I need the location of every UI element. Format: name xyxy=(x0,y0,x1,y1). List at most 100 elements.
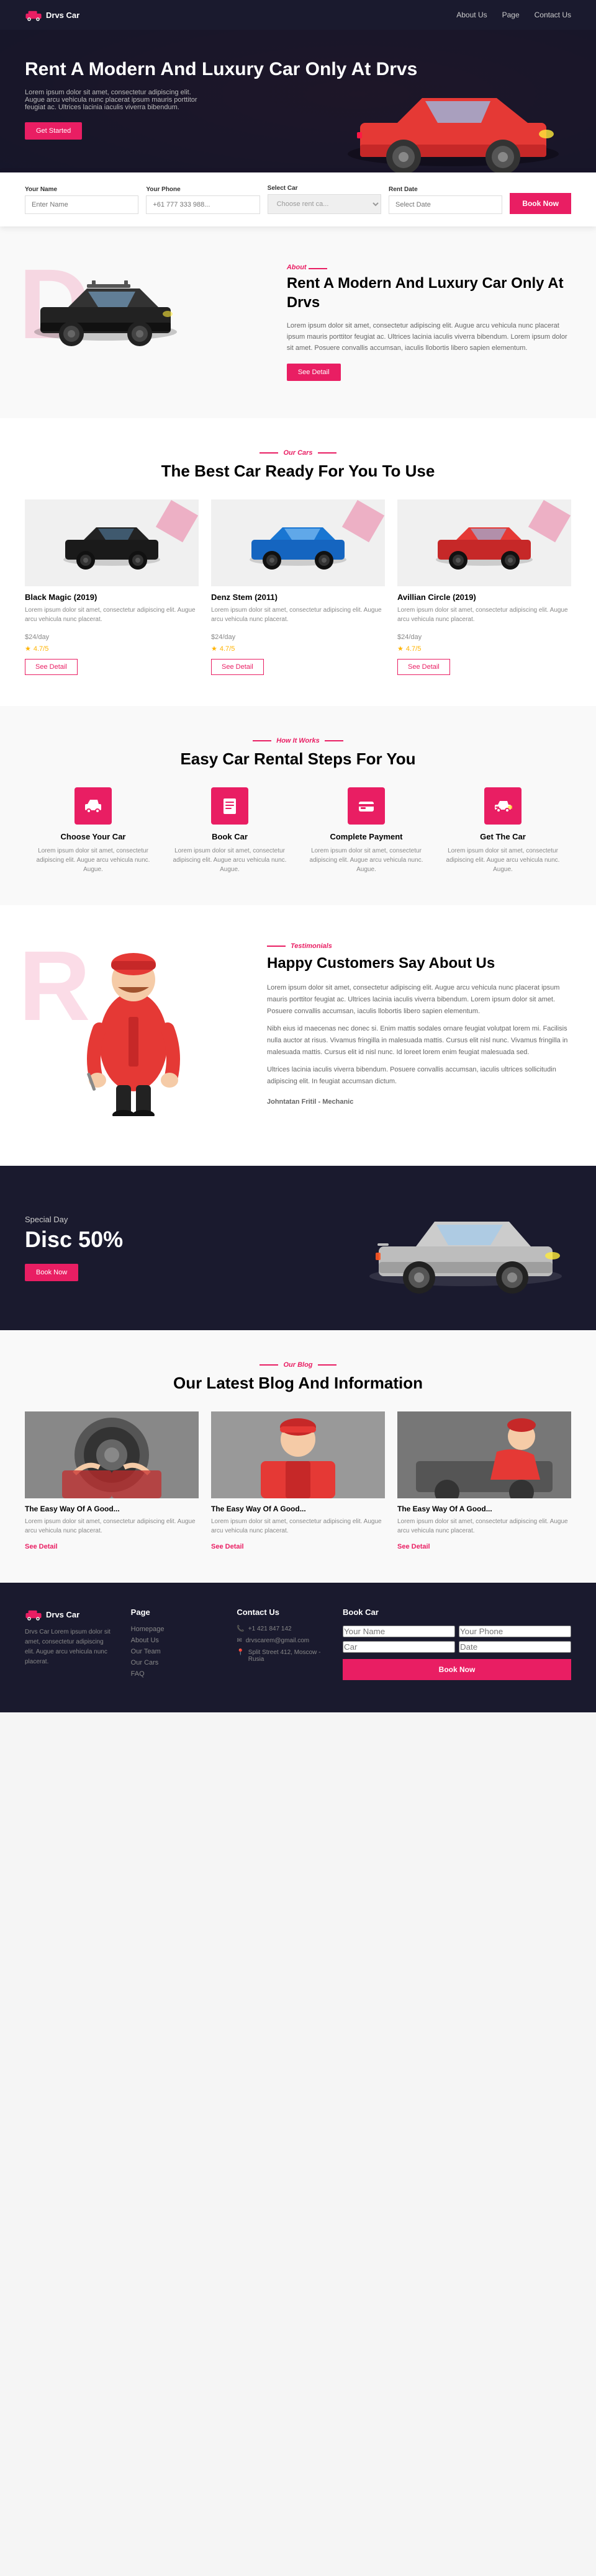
about-section: D Abou xyxy=(0,226,596,418)
cars-section: Our Cars The Best Car Ready For You To U… xyxy=(0,418,596,706)
car-3-name: Avillian Circle (2019) xyxy=(397,593,571,602)
car-3-rating: ★ 4.7/5 xyxy=(397,645,571,653)
blog-tag: Our Blog xyxy=(25,1361,571,1369)
about-car-image xyxy=(25,267,262,351)
footer-book-date-input[interactable] xyxy=(459,1641,571,1653)
special-section: Special Day Disc 50% Book Now xyxy=(0,1166,596,1330)
testimonials-tag: Testimonials xyxy=(267,942,571,950)
blog-2-desc: Lorem ipsum dolor sit amet, consectetur … xyxy=(211,1517,385,1536)
car-2-detail-button[interactable]: See Detail xyxy=(211,659,264,675)
how-step-2-title: Book Car xyxy=(168,832,292,841)
blog-card-3-image xyxy=(397,1411,571,1498)
testimonials-content: Testimonials Happy Customers Say About U… xyxy=(267,942,571,1114)
footer-phone: 📞 +1 421 847 142 xyxy=(237,1626,324,1632)
footer-link-team[interactable]: Our Team xyxy=(131,1648,219,1655)
blog-2-detail-link[interactable]: See Detail xyxy=(211,1543,244,1550)
about-tag: About xyxy=(287,264,571,271)
about-body: Lorem ipsum dolor sit amet, consectetur … xyxy=(287,321,571,354)
footer-link-cars[interactable]: Our Cars xyxy=(131,1659,219,1666)
booking-date-field: Rent Date xyxy=(389,186,502,214)
hero-cta-button[interactable]: Get Started xyxy=(25,122,82,140)
car-card-2: Denz Stem (2011) Lorem ipsum dolor sit a… xyxy=(211,499,385,675)
blog-grid: The Easy Way Of A Good... Lorem ipsum do… xyxy=(25,1411,571,1552)
testimonials-author: Johntatan Fritil - Mechanic xyxy=(267,1096,571,1108)
footer-brand-col: Drvs Car Drvs Car Lorem ipsum dolor sit … xyxy=(25,1608,112,1681)
about-text: About Rent A Modern And Luxury Car Only … xyxy=(287,264,571,381)
footer-logo: Drvs Car xyxy=(25,1608,112,1621)
blog-3-detail-link[interactable]: See Detail xyxy=(397,1543,430,1550)
cars-grid: Black Magic (2019) Lorem ipsum dolor sit… xyxy=(25,499,571,675)
footer-page-title: Page xyxy=(131,1608,219,1617)
about-car-area: D xyxy=(25,267,262,378)
testimonials-body3: Ultrices lacinia iaculis viverra bibendu… xyxy=(267,1064,571,1087)
footer-book-name-phone-row xyxy=(343,1626,571,1637)
booking-submit-button[interactable]: Book Now xyxy=(510,193,571,214)
special-cta-button[interactable]: Book Now xyxy=(25,1264,78,1281)
car-2-rating: ★ 4.7/5 xyxy=(211,645,385,653)
footer-book-car-date-row xyxy=(343,1641,571,1653)
how-icon-3 xyxy=(348,787,385,825)
hero-title: Rent A Modern And Luxury Car Only At Drv… xyxy=(25,57,571,81)
footer: Drvs Car Drvs Car Lorem ipsum dolor sit … xyxy=(0,1583,596,1712)
cars-tag: Our Cars xyxy=(25,449,571,457)
about-cta-button[interactable]: See Detail xyxy=(287,364,341,381)
how-steps-grid: Choose Your Car Lorem ipsum dolor sit am… xyxy=(25,787,571,874)
blog-3-title: The Easy Way Of A Good... xyxy=(397,1505,571,1513)
footer-book-title: Book Car xyxy=(343,1608,571,1617)
blog-card-1: The Easy Way Of A Good... Lorem ipsum do… xyxy=(25,1411,199,1552)
how-step-1-desc: Lorem ipsum dolor sit amet, consectetur … xyxy=(31,846,155,874)
car-3-price: $24/day xyxy=(397,629,571,642)
blog-card-2-image xyxy=(211,1411,385,1498)
how-icon-2 xyxy=(211,787,248,825)
car-1-rating: ★ 4.7/5 xyxy=(25,645,199,653)
car-2-price: $24/day xyxy=(211,629,385,642)
car-1-name: Black Magic (2019) xyxy=(25,593,199,602)
how-step-2-desc: Lorem ipsum dolor sit amet, consectetur … xyxy=(168,846,292,874)
car-1-desc: Lorem ipsum dolor sit amet, consectetur … xyxy=(25,606,199,624)
booking-name-input[interactable] xyxy=(25,195,138,214)
blog-title: Our Latest Blog And Information xyxy=(25,1374,571,1393)
blog-2-title: The Easy Way Of A Good... xyxy=(211,1505,385,1513)
footer-link-about[interactable]: About Us xyxy=(131,1637,219,1644)
blog-card-2: The Easy Way Of A Good... Lorem ipsum do… xyxy=(211,1411,385,1552)
hero-text: Rent A Modern And Luxury Car Only At Drv… xyxy=(25,57,571,140)
how-step-3-title: Complete Payment xyxy=(304,832,428,841)
how-icon-4 xyxy=(484,787,522,825)
footer-book-car-input[interactable] xyxy=(343,1641,455,1653)
email-icon: ✉ xyxy=(237,1637,242,1644)
brand-logo: Drvs Car xyxy=(25,6,79,24)
car-1-detail-button[interactable]: See Detail xyxy=(25,659,78,675)
nav-page[interactable]: Page xyxy=(502,11,520,19)
footer-book-name-input[interactable] xyxy=(343,1626,455,1637)
booking-name-field: Your Name xyxy=(25,186,138,214)
cars-title: The Best Car Ready For You To Use xyxy=(25,462,571,481)
navbar: Drvs Car About Us Page Contact Us xyxy=(0,0,596,30)
blog-card-1-image xyxy=(25,1411,199,1498)
booking-phone-label: Your Phone xyxy=(146,186,260,193)
car-2-name: Denz Stem (2011) xyxy=(211,593,385,602)
testimonials-person-area: R xyxy=(25,942,242,1129)
booking-date-input[interactable] xyxy=(389,195,502,214)
nav-contact[interactable]: Contact Us xyxy=(535,11,571,19)
how-step-2: Book Car Lorem ipsum dolor sit amet, con… xyxy=(168,787,292,874)
car-card-3-image xyxy=(397,499,571,586)
footer-link-homepage[interactable]: Homepage xyxy=(131,1626,219,1633)
booking-phone-input[interactable] xyxy=(146,195,260,214)
car-3-desc: Lorem ipsum dolor sit amet, consectetur … xyxy=(397,606,571,624)
footer-address: 📍 Split Street 412, Moscow - Rusia xyxy=(237,1649,324,1663)
car-3-detail-button[interactable]: See Detail xyxy=(397,659,450,675)
testimonials-body1: Lorem ipsum dolor sit amet, consectetur … xyxy=(267,982,571,1017)
brand-name: Drvs Car xyxy=(46,11,79,20)
car-card-2-image xyxy=(211,499,385,586)
footer-book-phone-input[interactable] xyxy=(459,1626,571,1637)
special-car-image xyxy=(298,1197,571,1299)
booking-car-select[interactable]: Choose rent ca... xyxy=(268,194,381,214)
nav-about[interactable]: About Us xyxy=(456,11,487,19)
footer-link-faq[interactable]: FAQ xyxy=(131,1670,219,1678)
blog-1-detail-link[interactable]: See Detail xyxy=(25,1543,58,1550)
footer-book-button[interactable]: Book Now xyxy=(343,1659,571,1680)
booking-car-field: Select Car Choose rent ca... xyxy=(268,185,381,214)
blog-section: Our Blog Our Latest Blog And Information xyxy=(0,1330,596,1583)
how-step-4: Get The Car Lorem ipsum dolor sit amet, … xyxy=(441,787,565,874)
how-step-3-desc: Lorem ipsum dolor sit amet, consectetur … xyxy=(304,846,428,874)
